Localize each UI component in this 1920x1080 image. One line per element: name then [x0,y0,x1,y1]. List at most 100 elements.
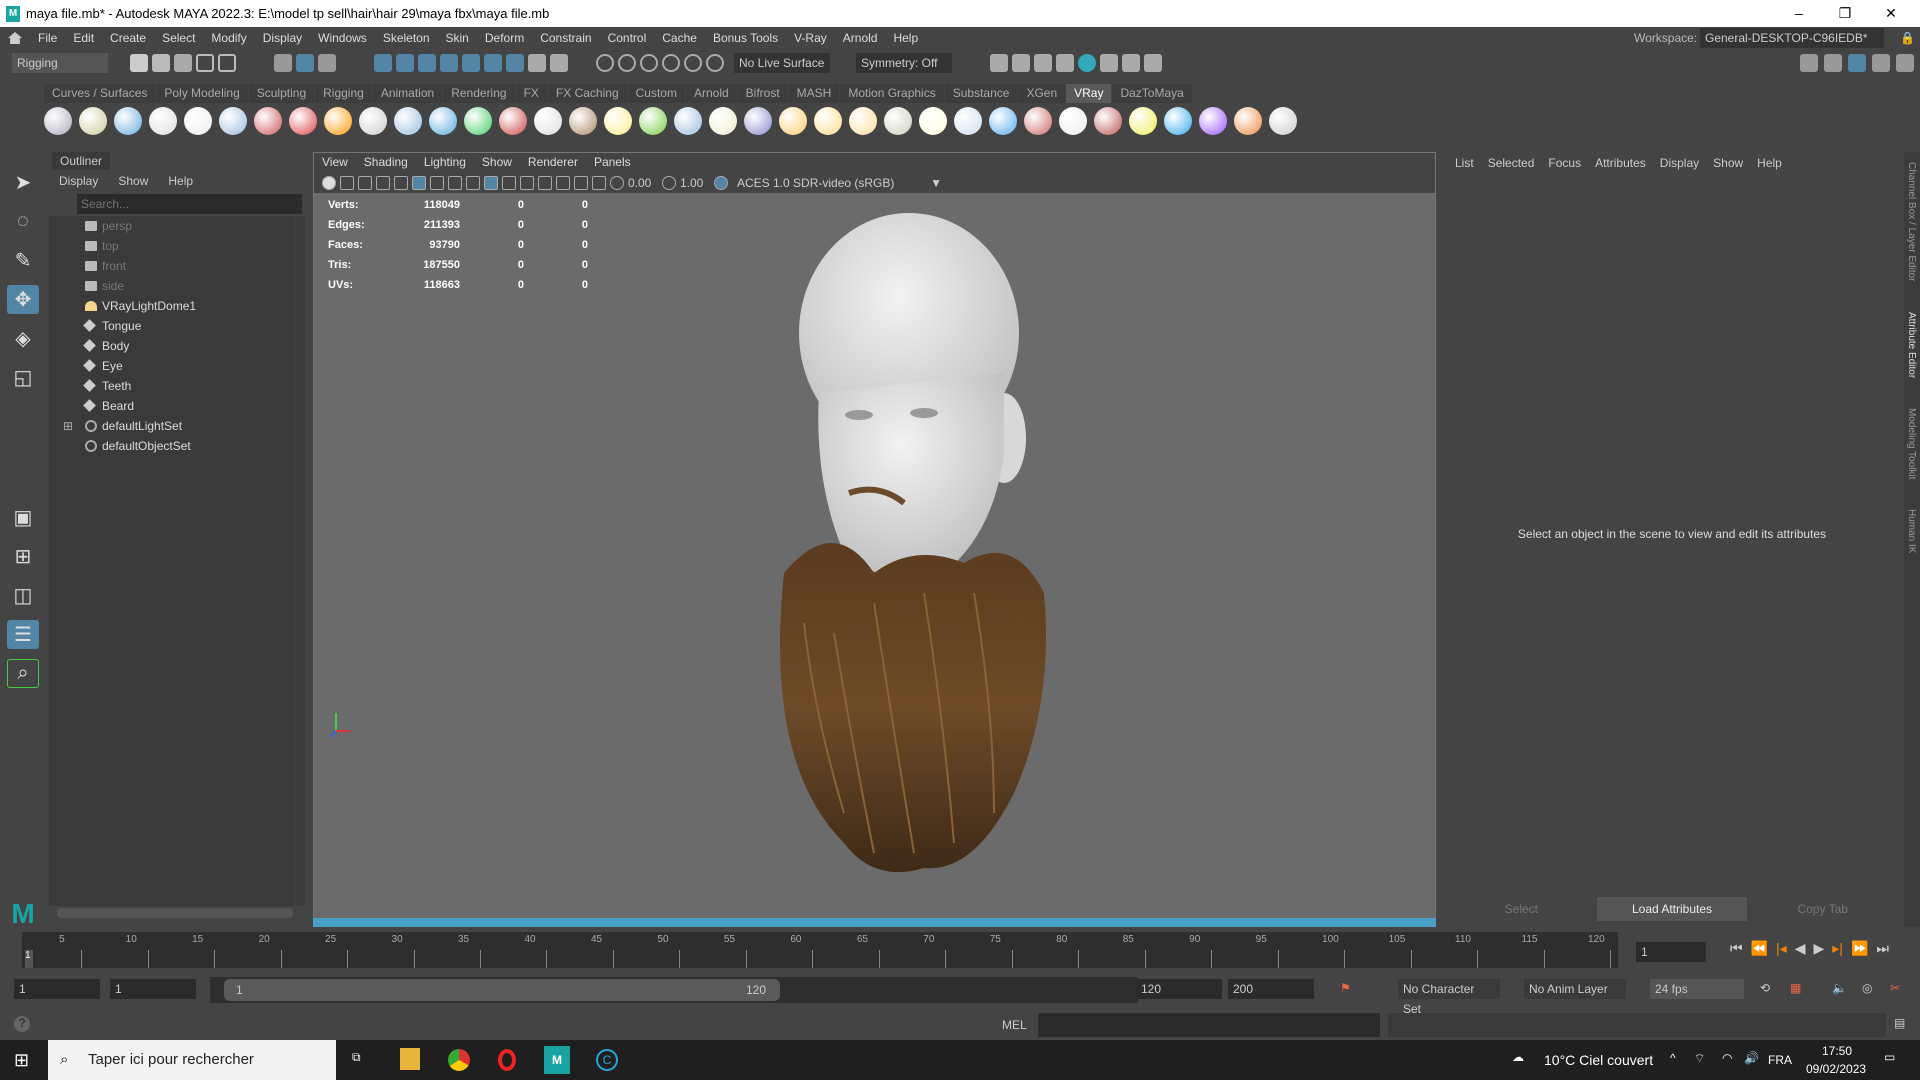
minimize-button[interactable]: – [1776,0,1822,27]
menu-constrain[interactable]: Constrain [532,31,599,45]
shelf-tool-icon[interactable] [1094,107,1122,135]
snap-help-icon[interactable] [506,53,524,72]
shelf-tool-icon[interactable] [359,107,387,135]
menu-windows[interactable]: Windows [310,31,375,45]
character-set-dropdown[interactable]: No Character Set [1398,979,1500,1016]
current-frame-marker[interactable]: 1 [25,950,33,968]
snap-view-icon[interactable] [440,53,458,72]
shelf-tool-icon[interactable] [499,107,527,135]
shelf-tool-icon[interactable] [79,107,107,135]
outliner-layout-icon[interactable]: ☰ [7,619,39,649]
shelf-tool-icon[interactable] [394,107,422,135]
shelf-tool-icon[interactable] [464,107,492,135]
shelf-tool-icon[interactable] [534,107,562,135]
shelf-tab-arnold[interactable]: Arnold [685,84,737,103]
tab-channel-box[interactable]: Channel Box / Layer Editor [1906,162,1917,282]
outliner-item-body[interactable]: Body [49,336,294,356]
new-scene-icon[interactable] [130,53,148,72]
workspace-dropdown[interactable]: General-DESKTOP-C96IEDB* [1700,28,1884,48]
shelf-tool-icon[interactable] [744,107,772,135]
shelf-tool-icon[interactable] [114,107,142,135]
copy-tab-button[interactable]: Copy Tab [1747,897,1898,921]
cache-icon[interactable]: ▦ [1790,981,1801,995]
select-tool-icon[interactable]: ➤ [7,168,39,197]
outliner-menu-display[interactable]: Display [49,172,108,190]
select-hierarchy-icon[interactable] [274,53,292,72]
tab-human-ik[interactable]: Human IK [1906,509,1917,553]
attr-menu-focus[interactable]: Focus [1541,154,1588,172]
shelf-tool-icon[interactable] [849,107,877,135]
outliner-item-vraylightdome1[interactable]: VRayLightDome1 [49,296,294,316]
step-back-frame-icon[interactable]: |◂ [1776,940,1787,957]
menu-cache[interactable]: Cache [654,31,705,45]
playback-end-field[interactable]: 120 [1136,979,1222,999]
outliner-item-top[interactable]: top [49,236,294,256]
sync-icon[interactable]: ◎ [1862,981,1872,995]
outliner-item-persp[interactable]: persp [49,216,294,236]
close-button[interactable]: ✕ [1868,0,1914,27]
scale-tool-icon[interactable]: ◱ [7,363,39,392]
shelf-tool-icon[interactable] [814,107,842,135]
channel-box-toggle-icon[interactable] [1896,53,1914,72]
outliner-item-front[interactable]: front [49,256,294,276]
menu-control[interactable]: Control [600,31,655,45]
play-forwards-icon[interactable]: ▶ [1814,940,1825,957]
render-settings-icon[interactable] [1056,53,1074,72]
construction-history-icon[interactable] [596,53,614,72]
symmetry-dropdown[interactable]: Symmetry: Off [856,52,952,73]
shelf-tool-icon[interactable] [149,107,177,135]
shelf-tool-icon[interactable] [569,107,597,135]
volume-icon[interactable]: 🔊 [1744,1051,1759,1065]
shelf-tool-icon[interactable] [954,107,982,135]
menu-select[interactable]: Select [154,31,203,45]
shelf-tab-vray[interactable]: VRay [1066,84,1112,103]
shelf-tool-icon[interactable] [429,107,457,135]
outliner-item-teeth[interactable]: Teeth [49,376,294,396]
home-icon[interactable] [8,32,22,44]
outliner-item-defaultobjectset[interactable]: defaultObjectSet [49,436,294,456]
shelf-tool-icon[interactable] [44,107,72,135]
search-icon[interactable]: ⌕ [7,658,39,688]
shelf-tab-animation[interactable]: Animation [372,84,443,103]
outliner-item-beard[interactable]: Beard [49,396,294,416]
loop-icon[interactable]: ⟲ [1760,981,1770,995]
attr-menu-list[interactable]: List [1448,154,1481,172]
outliner-search-input[interactable] [77,194,302,214]
attr-menu-display[interactable]: Display [1653,154,1706,172]
head-model[interactable] [314,153,1437,923]
windows-start-icon[interactable]: ⊞ [14,1050,29,1071]
shelf-tool-icon[interactable] [884,107,912,135]
select-object-icon[interactable] [296,53,314,72]
save-scene-icon[interactable] [174,53,192,72]
network-icon[interactable]: ⌔ [1694,1051,1705,1066]
rotate-tool-icon[interactable]: ◈ [7,324,39,353]
redo-icon[interactable] [218,53,236,72]
tab-attribute-editor[interactable]: Attribute Editor [1906,312,1917,378]
attr-menu-selected[interactable]: Selected [1481,154,1542,172]
weather-text[interactable]: 10°C Ciel couvert [1544,1052,1653,1068]
shelf-tab-daztomaya[interactable]: DazToMaya [1112,84,1192,103]
live-surface-field[interactable]: No Live Surface [734,52,830,73]
shelf-tool-icon[interactable] [989,107,1017,135]
attribute-editor-toggle-icon[interactable] [1848,53,1866,72]
shelf-tab-fx-caching[interactable]: FX Caching [547,84,627,103]
lasso-tool-icon[interactable]: ◌ [7,207,39,236]
outliner-item-eye[interactable]: Eye [49,356,294,376]
menu-help[interactable]: Help [885,31,926,45]
wifi-icon[interactable]: ◠ [1722,1051,1732,1065]
snap-curve-icon[interactable] [396,53,414,72]
input-ops-icon[interactable] [618,53,636,72]
scene-start-field[interactable]: 1 [14,979,100,999]
play-backwards-icon[interactable]: ◀ [1795,940,1806,957]
shelf-tool-icon[interactable] [289,107,317,135]
select-button[interactable]: Select [1446,897,1597,921]
hypershade-icon[interactable] [1078,53,1096,72]
sound-icon[interactable]: 🔈 [1832,981,1847,995]
menu-file[interactable]: File [30,31,65,45]
shelf-tab-substance[interactable]: Substance [944,84,1018,103]
shelf-tab-sculpting[interactable]: Sculpting [248,84,315,103]
step-forward-key-icon[interactable]: ⏩ [1851,940,1868,957]
time-slider[interactable]: 5 10 15 20 25 30 35 40 45 50 55 60 65 70 75 80 85 90 95 100… [22,932,1618,968]
menu-bonus-tools[interactable]: Bonus Tools [705,31,786,45]
auto-key-icon[interactable]: ⚑ [1340,981,1351,995]
